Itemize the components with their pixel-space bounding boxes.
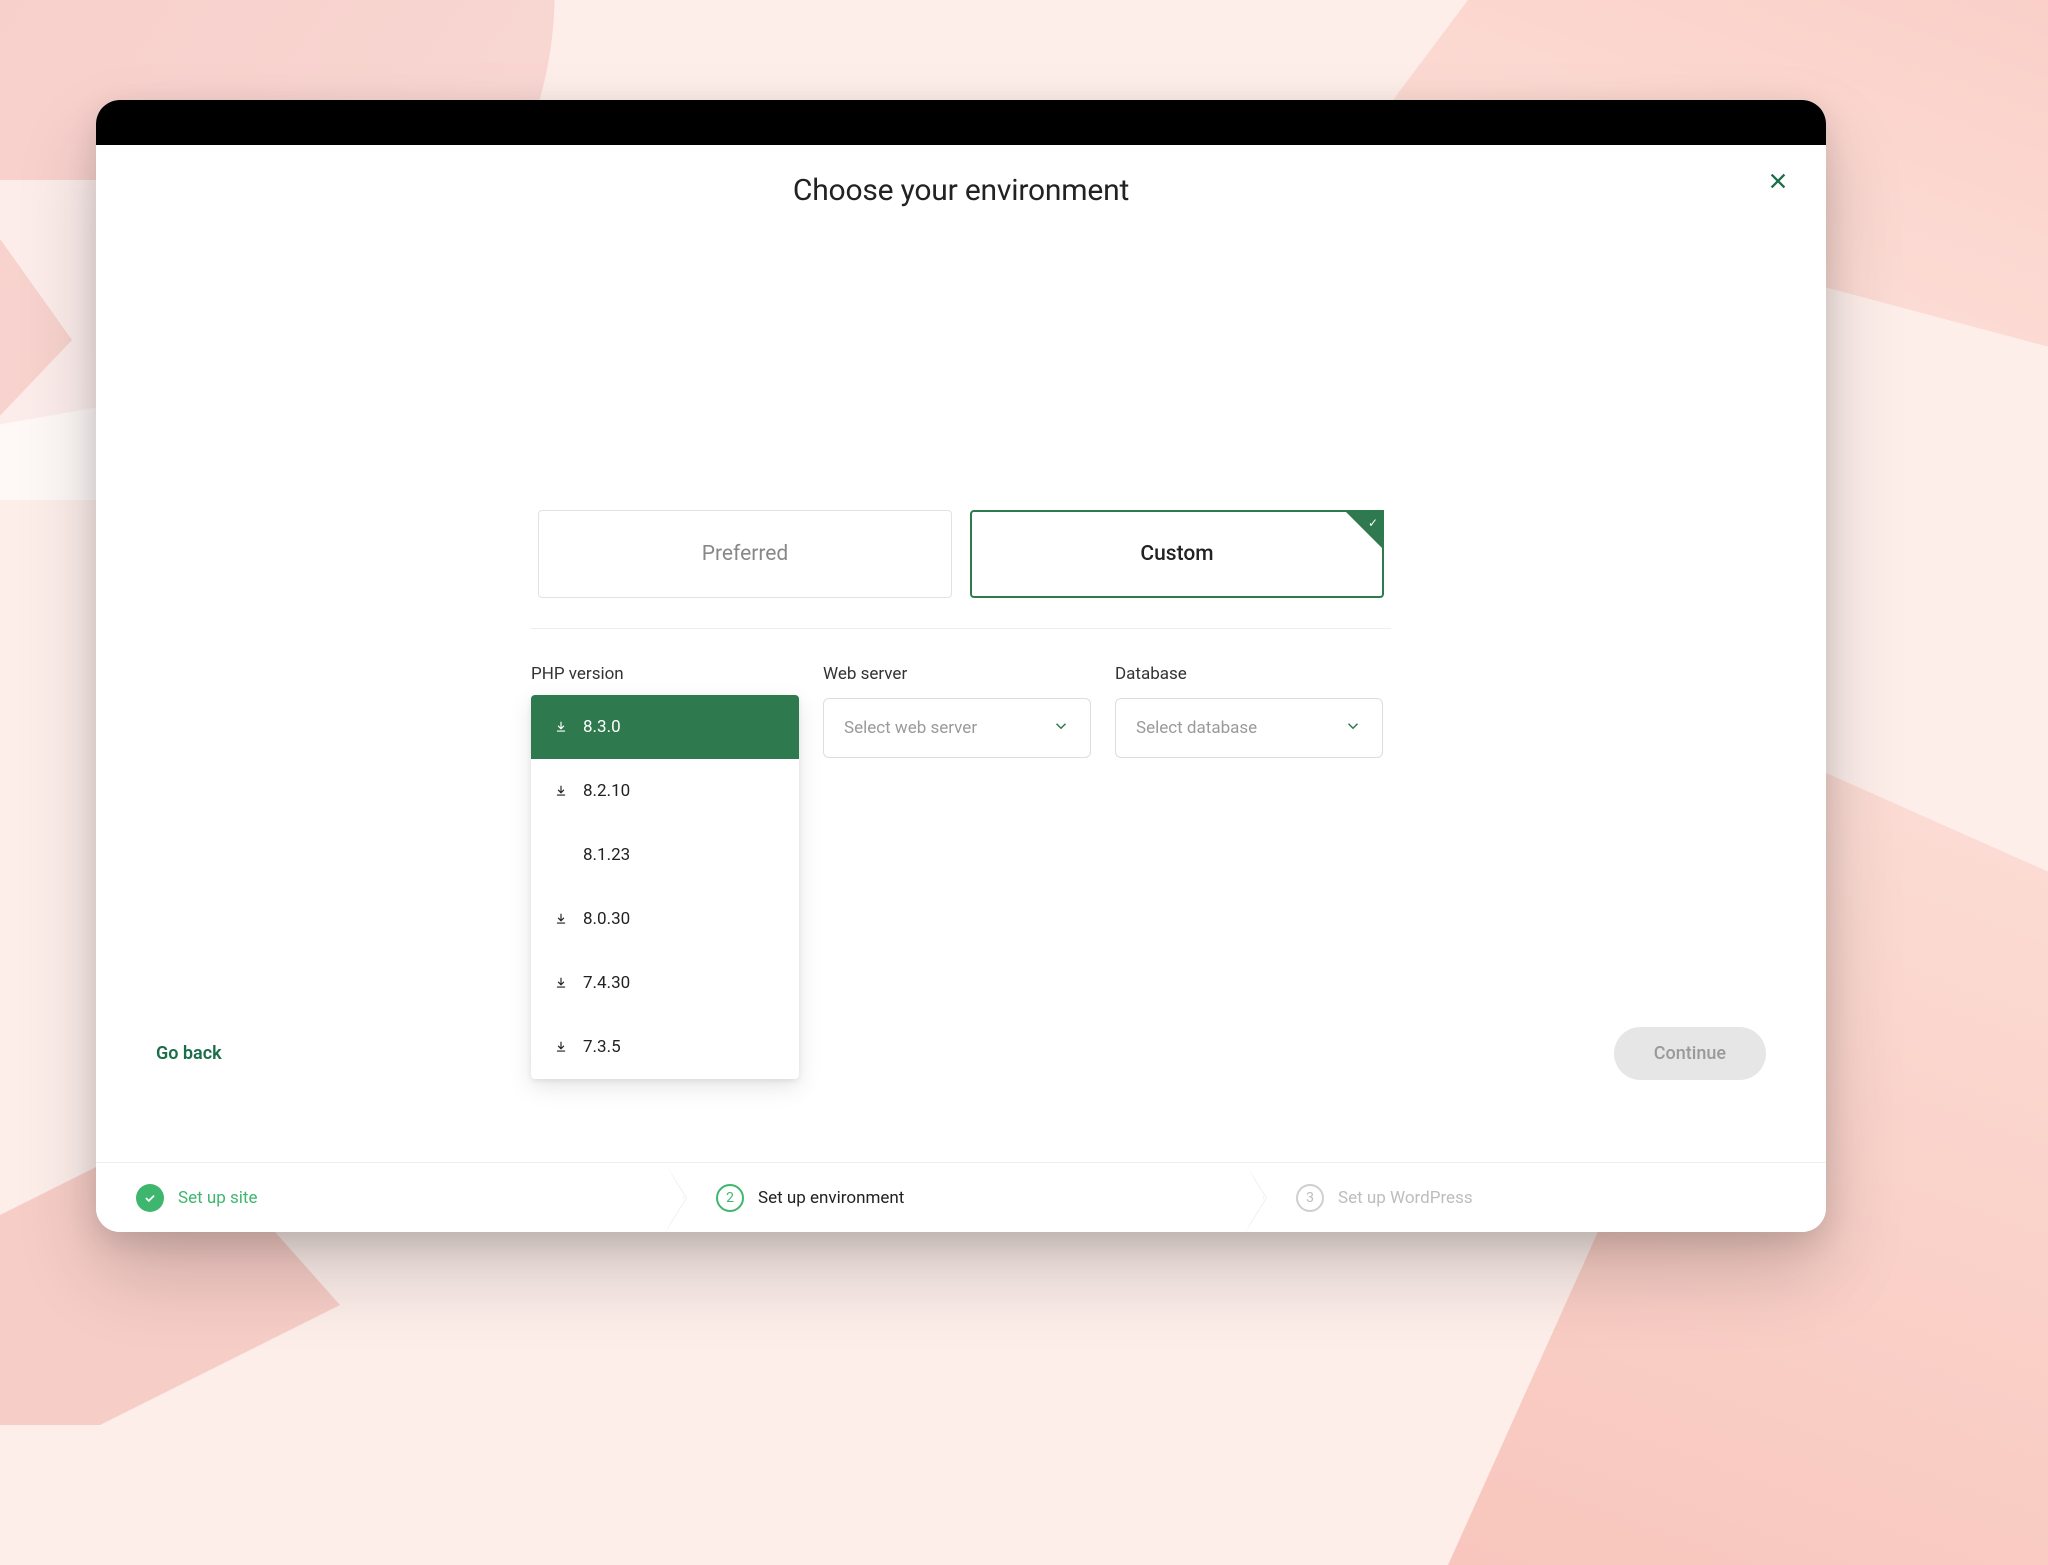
environment-form: PHP version 8.3.08.2.108.1.238.0.307.4.3…	[531, 664, 1391, 758]
step-label: Set up site	[178, 1188, 258, 1208]
php-option[interactable]: 8.0.30	[531, 887, 799, 951]
tab-preferred[interactable]: Preferred	[538, 510, 952, 598]
step-label: Set up WordPress	[1338, 1188, 1473, 1208]
selected-corner	[1344, 510, 1384, 550]
select-placeholder: Select web server	[844, 718, 977, 738]
database-select[interactable]: Select database	[1115, 698, 1383, 758]
download-icon	[553, 783, 569, 799]
step-label: Set up environment	[758, 1188, 904, 1208]
environment-tabs: Preferred Custom ✓	[538, 510, 1384, 598]
step-indicator: 2	[716, 1184, 744, 1212]
step-indicator	[136, 1184, 164, 1212]
php-option-label: 8.2.10	[583, 781, 630, 801]
chevron-down-icon	[1344, 717, 1362, 739]
stepper: Set up site 2 Set up environment 3 Set u…	[96, 1162, 1826, 1232]
tab-label: Preferred	[702, 542, 789, 566]
field-label: Database	[1115, 664, 1383, 684]
download-icon	[553, 719, 569, 735]
setup-modal: Choose your environment Preferred Custom…	[96, 100, 1826, 1232]
go-back-button[interactable]: Go back	[156, 1043, 222, 1064]
page-title: Choose your environment	[96, 173, 1826, 208]
tab-custom[interactable]: Custom ✓	[970, 510, 1384, 598]
php-option[interactable]: 8.1.23	[531, 823, 799, 887]
close-button[interactable]	[1762, 165, 1794, 197]
php-option-label: 8.0.30	[583, 909, 630, 929]
footer-buttons: Go back Continue	[96, 1027, 1826, 1080]
web-server-field: Web server Select web server	[823, 664, 1091, 758]
php-option-label: 8.1.23	[583, 845, 630, 865]
php-option-label: 7.4.30	[583, 973, 630, 993]
download-icon	[553, 975, 569, 991]
chevron-down-icon	[1052, 717, 1070, 739]
php-version-field: PHP version 8.3.08.2.108.1.238.0.307.4.3…	[531, 664, 799, 758]
php-version-dropdown: 8.3.08.2.108.1.238.0.307.4.307.3.5	[531, 695, 799, 1079]
divider	[531, 628, 1391, 629]
php-option[interactable]: 7.4.30	[531, 951, 799, 1015]
check-icon: ✓	[1368, 516, 1378, 530]
close-icon	[1767, 170, 1789, 192]
window-titlebar	[96, 100, 1826, 145]
select-placeholder: Select database	[1136, 718, 1257, 738]
check-icon	[143, 1191, 157, 1205]
step-indicator: 3	[1296, 1184, 1324, 1212]
modal-header: Choose your environment	[96, 145, 1826, 208]
step-set-up-site[interactable]: Set up site	[96, 1163, 666, 1232]
database-field: Database Select database	[1115, 664, 1383, 758]
modal-body: Choose your environment Preferred Custom…	[96, 145, 1826, 1232]
field-label: Web server	[823, 664, 1091, 684]
php-option[interactable]: 8.3.0	[531, 695, 799, 759]
content-area: Preferred Custom ✓ PHP version 8.3.08.2.…	[96, 208, 1826, 1162]
web-server-select[interactable]: Select web server	[823, 698, 1091, 758]
field-label: PHP version	[531, 664, 799, 684]
step-set-up-wordpress[interactable]: 3 Set up WordPress	[1246, 1163, 1826, 1232]
step-set-up-environment[interactable]: 2 Set up environment	[666, 1163, 1246, 1232]
php-option[interactable]: 8.2.10	[531, 759, 799, 823]
tab-label: Custom	[1140, 542, 1213, 566]
php-option-label: 8.3.0	[583, 717, 621, 737]
continue-button[interactable]: Continue	[1614, 1027, 1766, 1080]
download-icon	[553, 911, 569, 927]
